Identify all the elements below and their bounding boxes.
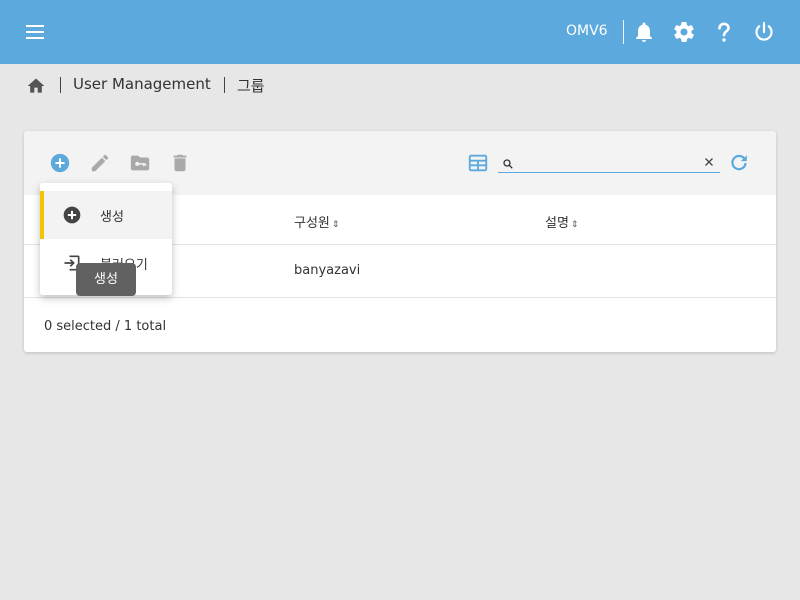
folder-key-icon[interactable]	[129, 152, 151, 174]
selection-summary: 0 selected / 1 total	[44, 319, 167, 334]
top-bar: OMV6	[0, 0, 800, 64]
breadcrumb-groups: 그룹	[237, 77, 265, 95]
add-circle-icon[interactable]	[49, 152, 71, 174]
column-header-members[interactable]: 구성원 ⇕	[294, 212, 339, 231]
topbar-divider	[623, 20, 624, 44]
edit-icon[interactable]	[89, 152, 111, 174]
menu-item-label: 생성	[100, 210, 124, 225]
hostname: OMV6	[566, 23, 608, 39]
delete-icon[interactable]	[169, 152, 191, 174]
column-header-description[interactable]: 설명 ⇕	[545, 212, 578, 231]
sort-icon: ⇕	[570, 220, 579, 230]
search-icon	[502, 155, 514, 169]
sort-icon: ⇕	[331, 220, 340, 230]
column-label: 구성원	[294, 216, 330, 231]
home-icon[interactable]	[26, 74, 46, 96]
column-label: 설명	[545, 216, 569, 231]
bell-icon[interactable]	[632, 20, 656, 44]
clear-search-icon[interactable]	[702, 154, 716, 168]
help-icon[interactable]	[712, 20, 736, 44]
power-icon[interactable]	[752, 20, 776, 44]
add-circle-icon	[62, 205, 82, 225]
column-select-icon[interactable]	[467, 152, 489, 174]
breadcrumb-separator	[60, 77, 61, 93]
search-input[interactable]	[520, 151, 696, 172]
breadcrumb-separator	[224, 77, 225, 93]
tooltip: 생성	[76, 263, 136, 296]
menu-icon[interactable]	[24, 22, 46, 42]
search-box	[498, 151, 720, 173]
refresh-icon[interactable]	[728, 152, 750, 174]
gear-icon[interactable]	[672, 20, 696, 44]
breadcrumb-user-management[interactable]: User Management	[73, 75, 211, 93]
cell-members: banyazavi	[294, 263, 361, 278]
menu-item-create[interactable]: 생성	[40, 191, 172, 239]
